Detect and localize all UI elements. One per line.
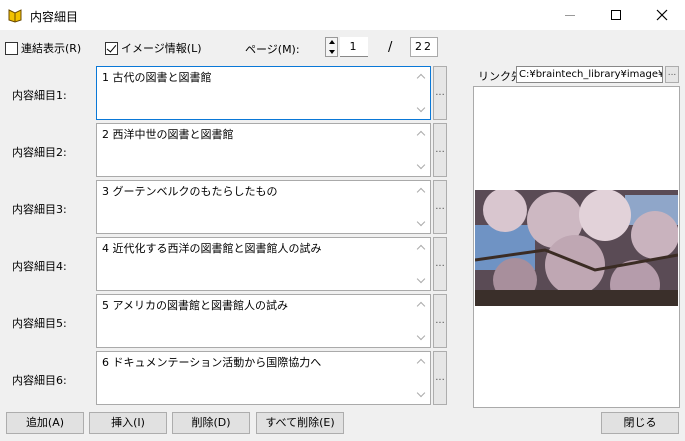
delete-button[interactable]: 削除(D) <box>172 412 250 434</box>
scroll-up-icon[interactable] <box>416 73 426 83</box>
insert-button[interactable]: 挿入(I) <box>89 412 167 434</box>
page-spinner[interactable] <box>325 37 338 57</box>
delete-all-button[interactable]: すべて削除(E) <box>256 412 344 434</box>
scroll-up-icon[interactable] <box>416 130 426 140</box>
scroll-down-icon[interactable] <box>416 103 426 113</box>
spin-up-icon[interactable] <box>329 40 335 44</box>
item-label-5: 内容細目5: <box>12 317 67 330</box>
item-browse-button-6[interactable]: ... <box>433 351 447 405</box>
image-info-checkbox[interactable]: イメージ情報(L) <box>105 40 202 56</box>
item-browse-button-4[interactable]: ... <box>433 237 447 291</box>
item-text-3: 3 グーテンベルクのもたらしたもの <box>102 185 278 198</box>
scroll-down-icon[interactable] <box>416 274 426 284</box>
maximize-button[interactable] <box>593 0 639 30</box>
scroll-up-icon[interactable] <box>416 358 426 368</box>
link-display-checkbox[interactable]: 連結表示(R) <box>5 40 81 56</box>
minimize-icon <box>565 14 575 16</box>
scroll-up-icon[interactable] <box>416 301 426 311</box>
minimize-button[interactable] <box>547 0 593 30</box>
item-textarea-6[interactable]: 6 ドキュメンテーション活動から国際協力へ <box>96 351 431 405</box>
link-display-box[interactable] <box>5 41 18 55</box>
item-label-4: 内容細目4: <box>12 260 67 273</box>
page-total: 22 <box>410 37 438 57</box>
item-browse-button-3[interactable]: ... <box>433 180 447 234</box>
page-label: ページ(M): <box>245 43 300 56</box>
window-title: 内容細目 <box>30 10 79 24</box>
page-current-input[interactable]: 1 <box>340 37 368 57</box>
item-label-2: 内容細目2: <box>12 146 67 159</box>
item-text-6: 6 ドキュメンテーション活動から国際協力へ <box>102 356 322 369</box>
item-browse-button-2[interactable]: ... <box>433 123 447 177</box>
image-info-box[interactable] <box>105 41 118 55</box>
scroll-down-icon[interactable] <box>416 160 426 170</box>
item-textarea-1[interactable]: 1 古代の図書と図書館 <box>96 66 431 120</box>
item-textarea-2[interactable]: 2 西洋中世の図書と図書館 <box>96 123 431 177</box>
item-textarea-4[interactable]: 4 近代化する西洋の図書館と図書館人の試み <box>96 237 431 291</box>
item-browse-button-5[interactable]: ... <box>433 294 447 348</box>
link-browse-button[interactable]: ... <box>665 66 679 83</box>
close-window-button[interactable] <box>639 0 685 30</box>
item-textarea-3[interactable]: 3 グーテンベルクのもたらしたもの <box>96 180 431 234</box>
item-browse-button-1[interactable]: ... <box>433 66 447 120</box>
item-label-6: 内容細目6: <box>12 374 67 387</box>
item-label-1: 内容細目1: <box>12 89 67 102</box>
item-text-5: 5 アメリカの図書館と図書館人の試み <box>102 299 288 312</box>
scroll-up-icon[interactable] <box>416 244 426 254</box>
item-text-2: 2 西洋中世の図書と図書館 <box>102 128 234 141</box>
scroll-up-icon[interactable] <box>416 187 426 197</box>
item-text-1: 1 古代の図書と図書館 <box>102 71 212 84</box>
page-separator: / <box>388 40 393 55</box>
maximize-icon <box>611 10 621 20</box>
link-display-label: 連結表示(R) <box>21 42 82 55</box>
close-button[interactable]: 閉じる <box>601 412 679 434</box>
close-icon <box>656 9 668 21</box>
image-preview <box>473 86 680 408</box>
scroll-down-icon[interactable] <box>416 217 426 227</box>
scroll-down-icon[interactable] <box>416 388 426 398</box>
link-path-input[interactable]: C:¥braintech_library¥image¥l <box>516 66 663 83</box>
title-bar: 内容細目 <box>0 0 685 30</box>
image-info-label: イメージ情報(L) <box>121 42 202 55</box>
book-icon <box>8 9 22 23</box>
item-textarea-5[interactable]: 5 アメリカの図書館と図書館人の試み <box>96 294 431 348</box>
spin-down-icon[interactable] <box>329 50 335 54</box>
scroll-down-icon[interactable] <box>416 331 426 341</box>
item-label-3: 内容細目3: <box>12 203 67 216</box>
cherry-blossom-image <box>475 190 678 306</box>
item-text-4: 4 近代化する西洋の図書館と図書館人の試み <box>102 242 322 255</box>
add-button[interactable]: 追加(A) <box>6 412 84 434</box>
